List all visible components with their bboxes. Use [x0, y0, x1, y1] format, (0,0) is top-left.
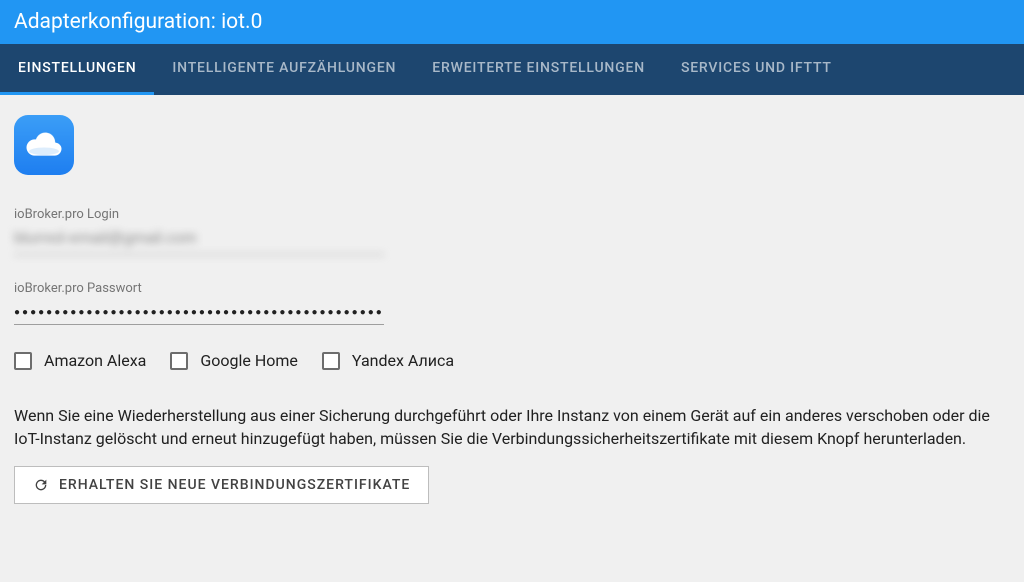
checkbox-box-icon	[14, 352, 32, 370]
cloud-icon	[23, 130, 65, 160]
get-certificates-button[interactable]: ERHALTEN SIE NEUE VERBINDUNGSZERTIFIKATE	[14, 466, 429, 504]
tab-erweiterte-einstellungen[interactable]: ERWEITERTE EINSTELLUNGEN	[414, 44, 663, 95]
checkbox-label: Yandex Алиса	[352, 351, 454, 370]
checkbox-label: Google Home	[200, 351, 298, 370]
password-label: ioBroker.pro Passwort	[14, 281, 384, 296]
tabs-bar: EINSTELLUNGEN INTELLIGENTE AUFZÄHLUNGEN …	[0, 44, 1024, 95]
login-field: ioBroker.pro Login	[14, 207, 384, 255]
checkbox-yandex-alisa[interactable]: Yandex Алиса	[322, 351, 454, 370]
login-input[interactable]	[14, 226, 384, 255]
checkbox-amazon-alexa[interactable]: Amazon Alexa	[14, 351, 146, 370]
login-label: ioBroker.pro Login	[14, 207, 384, 222]
refresh-icon	[33, 477, 49, 493]
page-title: Adapterkonfiguration: iot.0	[14, 10, 262, 34]
checkbox-label: Amazon Alexa	[44, 351, 146, 370]
password-input[interactable]	[14, 303, 384, 325]
cert-button-label: ERHALTEN SIE NEUE VERBINDUNGSZERTIFIKATE	[59, 477, 410, 493]
tab-einstellungen[interactable]: EINSTELLUNGEN	[0, 44, 154, 95]
assistants-checkbox-group: Amazon Alexa Google Home Yandex Алиса	[14, 351, 1010, 370]
cloud-app-icon	[14, 115, 74, 175]
tab-services-und-ifttt[interactable]: SERVICES UND IFTTT	[663, 44, 850, 95]
certificate-info-text: Wenn Sie eine Wiederherstellung aus eine…	[14, 404, 1010, 450]
page-header: Adapterkonfiguration: iot.0	[0, 0, 1024, 44]
content-area: ioBroker.pro Login ioBroker.pro Passwort…	[0, 95, 1024, 524]
tab-intelligente-aufzaehlungen[interactable]: INTELLIGENTE AUFZÄHLUNGEN	[154, 44, 414, 95]
checkbox-box-icon	[322, 352, 340, 370]
checkbox-box-icon	[170, 352, 188, 370]
password-field: ioBroker.pro Passwort	[14, 281, 384, 325]
checkbox-google-home[interactable]: Google Home	[170, 351, 298, 370]
